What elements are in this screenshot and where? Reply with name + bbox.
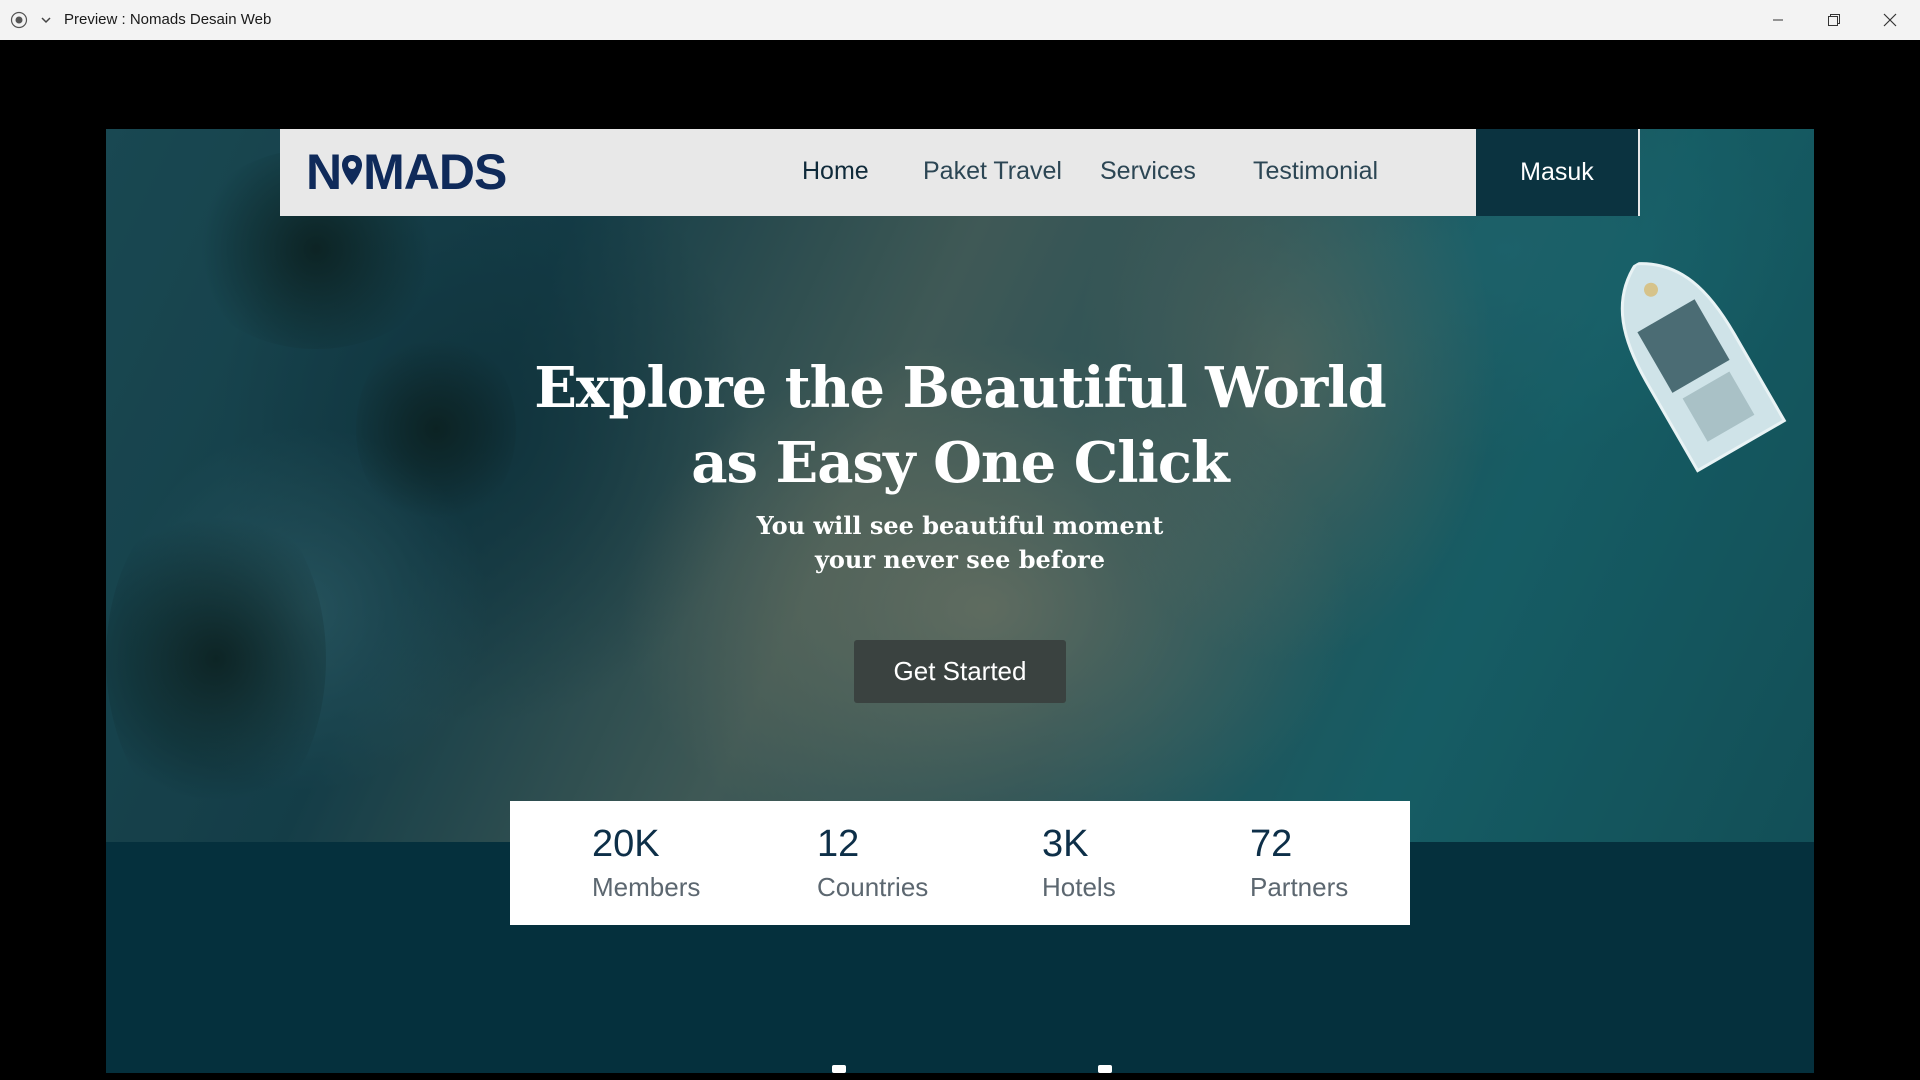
stat-label: Members bbox=[592, 872, 701, 902]
close-icon[interactable] bbox=[1862, 0, 1918, 40]
minimize-icon[interactable] bbox=[1750, 0, 1806, 40]
logo-text-left: N bbox=[306, 144, 342, 200]
nav-home[interactable]: Home bbox=[802, 157, 869, 186]
subtitle-line-2: your never see before bbox=[814, 545, 1106, 574]
stat-partners: 72 Partners bbox=[1250, 823, 1348, 903]
record-icon[interactable] bbox=[10, 11, 28, 29]
restore-icon[interactable] bbox=[1806, 0, 1862, 40]
get-started-button[interactable]: Get Started bbox=[854, 640, 1066, 703]
nav-services[interactable]: Services bbox=[1100, 157, 1196, 186]
nomads-logo[interactable]: N MADS bbox=[306, 144, 507, 200]
logo-text-right: MADS bbox=[363, 144, 507, 200]
chevron-down-icon[interactable] bbox=[37, 11, 55, 29]
navbar: N MADS Home Paket Travel Services Testim… bbox=[280, 129, 1640, 216]
location-pin-icon bbox=[341, 147, 363, 197]
hero-section: Explore the Beautiful World as Easy One … bbox=[106, 129, 1814, 842]
headline-line-2: as Easy One Click bbox=[691, 430, 1229, 496]
hero-subtitle: You will see beautiful moment your never… bbox=[106, 509, 1814, 577]
stat-value: 72 bbox=[1250, 823, 1293, 865]
web-page: Explore the Beautiful World as Easy One … bbox=[106, 129, 1814, 1073]
stat-label: Hotels bbox=[1042, 872, 1116, 902]
window-title: Preview : Nomads Desain Web bbox=[64, 11, 272, 28]
stat-countries: 12 Countries bbox=[817, 823, 928, 903]
subtitle-line-1: You will see beautiful moment bbox=[756, 511, 1164, 540]
headline-line-1: Explore the Beautiful World bbox=[534, 355, 1386, 421]
stat-label: Countries bbox=[817, 872, 929, 902]
stats-card: 20K Members 12 Countries 3K Hotels 72 Pa… bbox=[510, 801, 1410, 925]
masuk-button[interactable]: Masuk bbox=[1476, 129, 1638, 216]
stat-label: Partners bbox=[1250, 872, 1349, 902]
nav-testimonial[interactable]: Testimonial bbox=[1253, 157, 1378, 186]
nav-paket-travel[interactable]: Paket Travel bbox=[923, 157, 1062, 186]
preview-stage: Explore the Beautiful World as Easy One … bbox=[0, 40, 1920, 1080]
window-titlebar: Preview : Nomads Desain Web bbox=[0, 0, 1920, 40]
stat-value: 12 bbox=[817, 823, 860, 865]
next-section-peek bbox=[832, 1065, 846, 1073]
stat-members: 20K Members bbox=[592, 823, 700, 903]
stat-value: 20K bbox=[592, 823, 660, 865]
next-section-peek bbox=[1098, 1065, 1112, 1073]
hero-headline: Explore the Beautiful World as Easy One … bbox=[106, 351, 1814, 501]
stat-hotels: 3K Hotels bbox=[1042, 823, 1116, 903]
stat-value: 3K bbox=[1042, 823, 1089, 865]
